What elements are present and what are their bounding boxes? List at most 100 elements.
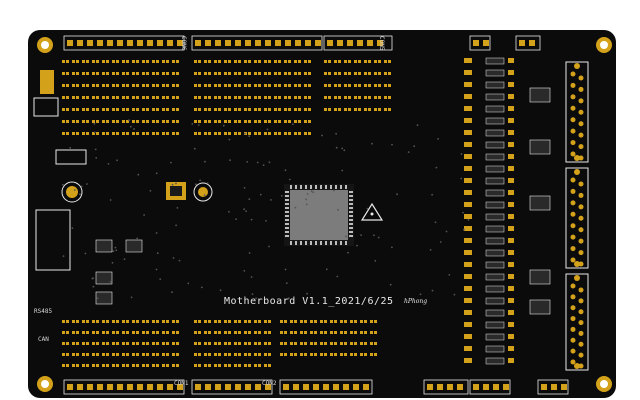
smd-pad — [176, 96, 179, 99]
smd-chip — [485, 165, 505, 173]
smd-pad — [146, 364, 149, 367]
smd-pad — [354, 353, 357, 356]
smd-pad — [258, 120, 261, 123]
smd-pad — [166, 364, 169, 367]
smd-pad — [464, 346, 472, 351]
smd-pad — [106, 96, 109, 99]
terminal-pad — [117, 40, 123, 46]
smd-pad — [330, 353, 333, 356]
smd-pad — [364, 320, 367, 323]
smd-pad — [176, 342, 179, 345]
smd-pad — [208, 72, 211, 75]
db-pin — [578, 181, 584, 187]
smd-pad — [96, 331, 99, 334]
smd-pad — [338, 84, 341, 87]
smd-pad — [96, 320, 99, 323]
smd-pad — [508, 154, 514, 159]
smd-pad — [288, 60, 291, 63]
smd-chip — [485, 285, 505, 293]
via — [187, 282, 190, 285]
smd-pad — [218, 96, 221, 99]
smd-pad — [324, 342, 327, 345]
smd-pad — [508, 142, 514, 147]
smd-pad — [166, 342, 169, 345]
smd-pad — [126, 320, 129, 323]
smd-pad — [82, 120, 85, 123]
smd-chip — [485, 357, 505, 365]
smd-pad — [198, 72, 201, 75]
smd-pad — [464, 154, 472, 159]
via — [374, 259, 377, 262]
smd-pad — [328, 96, 331, 99]
terminal-pad — [205, 384, 211, 390]
smd-pad — [112, 342, 115, 345]
smd-pad — [218, 331, 221, 334]
via — [136, 237, 139, 240]
smd-pad — [172, 108, 175, 111]
mcu-pin — [340, 185, 342, 189]
smd-pad — [340, 320, 343, 323]
smd-pad — [116, 120, 119, 123]
smd-pad — [258, 364, 261, 367]
smd-pad — [384, 72, 387, 75]
smd-pad — [508, 70, 514, 75]
terminal-pad — [483, 384, 489, 390]
smd-pad — [86, 108, 89, 111]
smd-pad — [214, 60, 217, 63]
smd-pad — [156, 342, 159, 345]
smd-pad — [176, 120, 179, 123]
smd-pad — [146, 320, 149, 323]
mcu-pin — [285, 191, 289, 193]
mcu-pin — [349, 219, 353, 221]
db-pin — [570, 283, 576, 289]
smd-pad — [264, 108, 267, 111]
smd-pad — [72, 120, 75, 123]
smd-pad — [238, 353, 241, 356]
db-pin — [570, 140, 576, 146]
via — [114, 246, 117, 249]
smd-pad — [214, 132, 217, 135]
mcu-pin — [330, 185, 332, 189]
smd-pad — [238, 108, 241, 111]
terminal-pad — [367, 40, 373, 46]
db-pin — [578, 215, 584, 221]
db-pin — [578, 330, 584, 336]
smd-pad — [136, 331, 139, 334]
smd-pad — [254, 331, 257, 334]
terminal-pad — [529, 40, 535, 46]
smd-pad — [72, 132, 75, 135]
via — [206, 182, 209, 184]
smd-pad — [142, 108, 145, 111]
smd-pad — [106, 108, 109, 111]
smd-pad — [132, 96, 135, 99]
smd-pad — [76, 84, 79, 87]
smd-pad — [264, 72, 267, 75]
connector-label-top-1: CON6 — [180, 36, 187, 51]
smd-pad — [204, 84, 207, 87]
smd-pad — [82, 342, 85, 345]
smd-pad — [198, 60, 201, 63]
smd-pad — [172, 96, 175, 99]
smd-pad — [152, 84, 155, 87]
smd-pad — [146, 96, 149, 99]
smd-pad — [214, 331, 217, 334]
smd-pad — [248, 96, 251, 99]
smd-pad — [324, 96, 327, 99]
terminal-pad — [117, 384, 123, 390]
smd-pad — [284, 331, 287, 334]
smd-pad — [66, 108, 69, 111]
smd-pad — [72, 72, 75, 75]
smd-pad — [228, 342, 231, 345]
smd-pad — [152, 132, 155, 135]
via — [413, 145, 416, 148]
terminal-pad — [457, 384, 463, 390]
smd-pad — [204, 60, 207, 63]
db-mount — [574, 275, 580, 281]
smd-pad — [218, 353, 221, 356]
smd-pad — [324, 353, 327, 356]
mcu-pin — [325, 241, 327, 245]
smd-pad — [152, 108, 155, 111]
smd-pad — [136, 320, 139, 323]
mcu-pin — [320, 241, 322, 245]
terminal-pad — [107, 40, 113, 46]
